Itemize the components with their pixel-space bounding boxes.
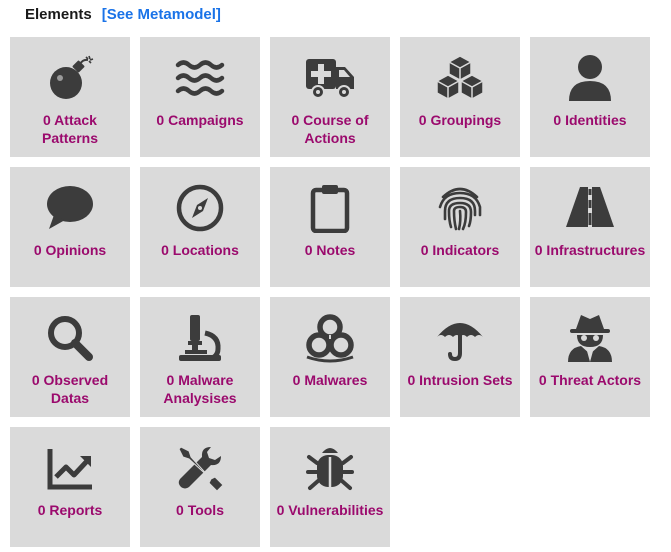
tile-label: 0 Opinions	[33, 242, 107, 258]
tile-label: 0 Threat Actors	[538, 372, 642, 388]
chart-line-icon	[45, 443, 95, 493]
tile-label: 0 Identities	[553, 112, 627, 128]
tile-fingerprint[interactable]: 0 Indicators	[400, 167, 520, 287]
magnifier-icon	[45, 313, 95, 363]
waves-icon	[175, 53, 225, 103]
tile-label: 0 Indicators	[420, 242, 500, 258]
see-metamodel-link[interactable]: [See Metamodel]	[102, 6, 221, 23]
tile-speech-bubble[interactable]: 0 Opinions	[10, 167, 130, 287]
tile-road[interactable]: 0 Infrastructures	[530, 167, 650, 287]
cubes-icon	[435, 53, 485, 103]
ambulance-icon	[305, 53, 355, 103]
spy-icon	[565, 313, 615, 363]
tile-cubes[interactable]: 0 Groupings	[400, 37, 520, 157]
tile-bomb[interactable]: 0 Attack Patterns	[10, 37, 130, 157]
biohazard-icon	[305, 313, 355, 363]
tile-label: 0 Infrastructures	[534, 242, 646, 258]
compass-icon	[175, 183, 225, 233]
tile-ambulance[interactable]: 0 Course of Actions	[270, 37, 390, 157]
umbrella-icon	[435, 313, 485, 363]
tile-label: 0 Course of Actions	[291, 112, 369, 146]
microscope-icon	[175, 313, 225, 363]
bomb-icon	[45, 53, 95, 103]
tile-label: 0 Malware Analysises	[163, 372, 237, 406]
section-title: Elements	[25, 6, 92, 23]
tile-clipboard[interactable]: 0 Notes	[270, 167, 390, 287]
tile-label: 0 Attack Patterns	[41, 112, 99, 146]
tile-label: 0 Observed Datas	[31, 372, 109, 406]
tile-spy[interactable]: 0 Threat Actors	[530, 297, 650, 417]
tile-label: 0 Notes	[304, 242, 356, 258]
fingerprint-icon	[435, 183, 485, 233]
tile-label: 0 Groupings	[418, 112, 502, 128]
tile-biohazard[interactable]: 0 Malwares	[270, 297, 390, 417]
speech-bubble-icon	[45, 183, 95, 233]
section-header: Elements [See Metamodel]	[25, 6, 221, 26]
tile-chart-line[interactable]: 0 Reports	[10, 427, 130, 547]
elements-grid: 0 Attack Patterns 0 Campaigns 0 Course of Ac…	[10, 37, 650, 547]
clipboard-icon	[305, 183, 355, 233]
user-icon	[565, 53, 615, 103]
tile-magnifier[interactable]: 0 Observed Datas	[10, 297, 130, 417]
tile-tools[interactable]: 0 Tools	[140, 427, 260, 547]
tile-compass[interactable]: 0 Locations	[140, 167, 260, 287]
tile-bug[interactable]: 0 Vulnerabilities	[270, 427, 390, 547]
tile-label: 0 Intrusion Sets	[407, 372, 513, 388]
tile-label: 0 Vulnerabilities	[276, 502, 384, 518]
road-icon	[565, 183, 615, 233]
tile-umbrella[interactable]: 0 Intrusion Sets	[400, 297, 520, 417]
tile-user[interactable]: 0 Identities	[530, 37, 650, 157]
tile-waves[interactable]: 0 Campaigns	[140, 37, 260, 157]
bug-icon	[305, 443, 355, 493]
tile-microscope[interactable]: 0 Malware Analysises	[140, 297, 260, 417]
tile-label: 0 Locations	[161, 242, 239, 258]
tile-label: 0 Campaigns	[156, 112, 244, 128]
tile-label: 0 Malwares	[292, 372, 368, 388]
tile-label: 0 Tools	[176, 502, 224, 518]
tile-label: 0 Reports	[37, 502, 103, 518]
tools-icon	[175, 443, 225, 493]
